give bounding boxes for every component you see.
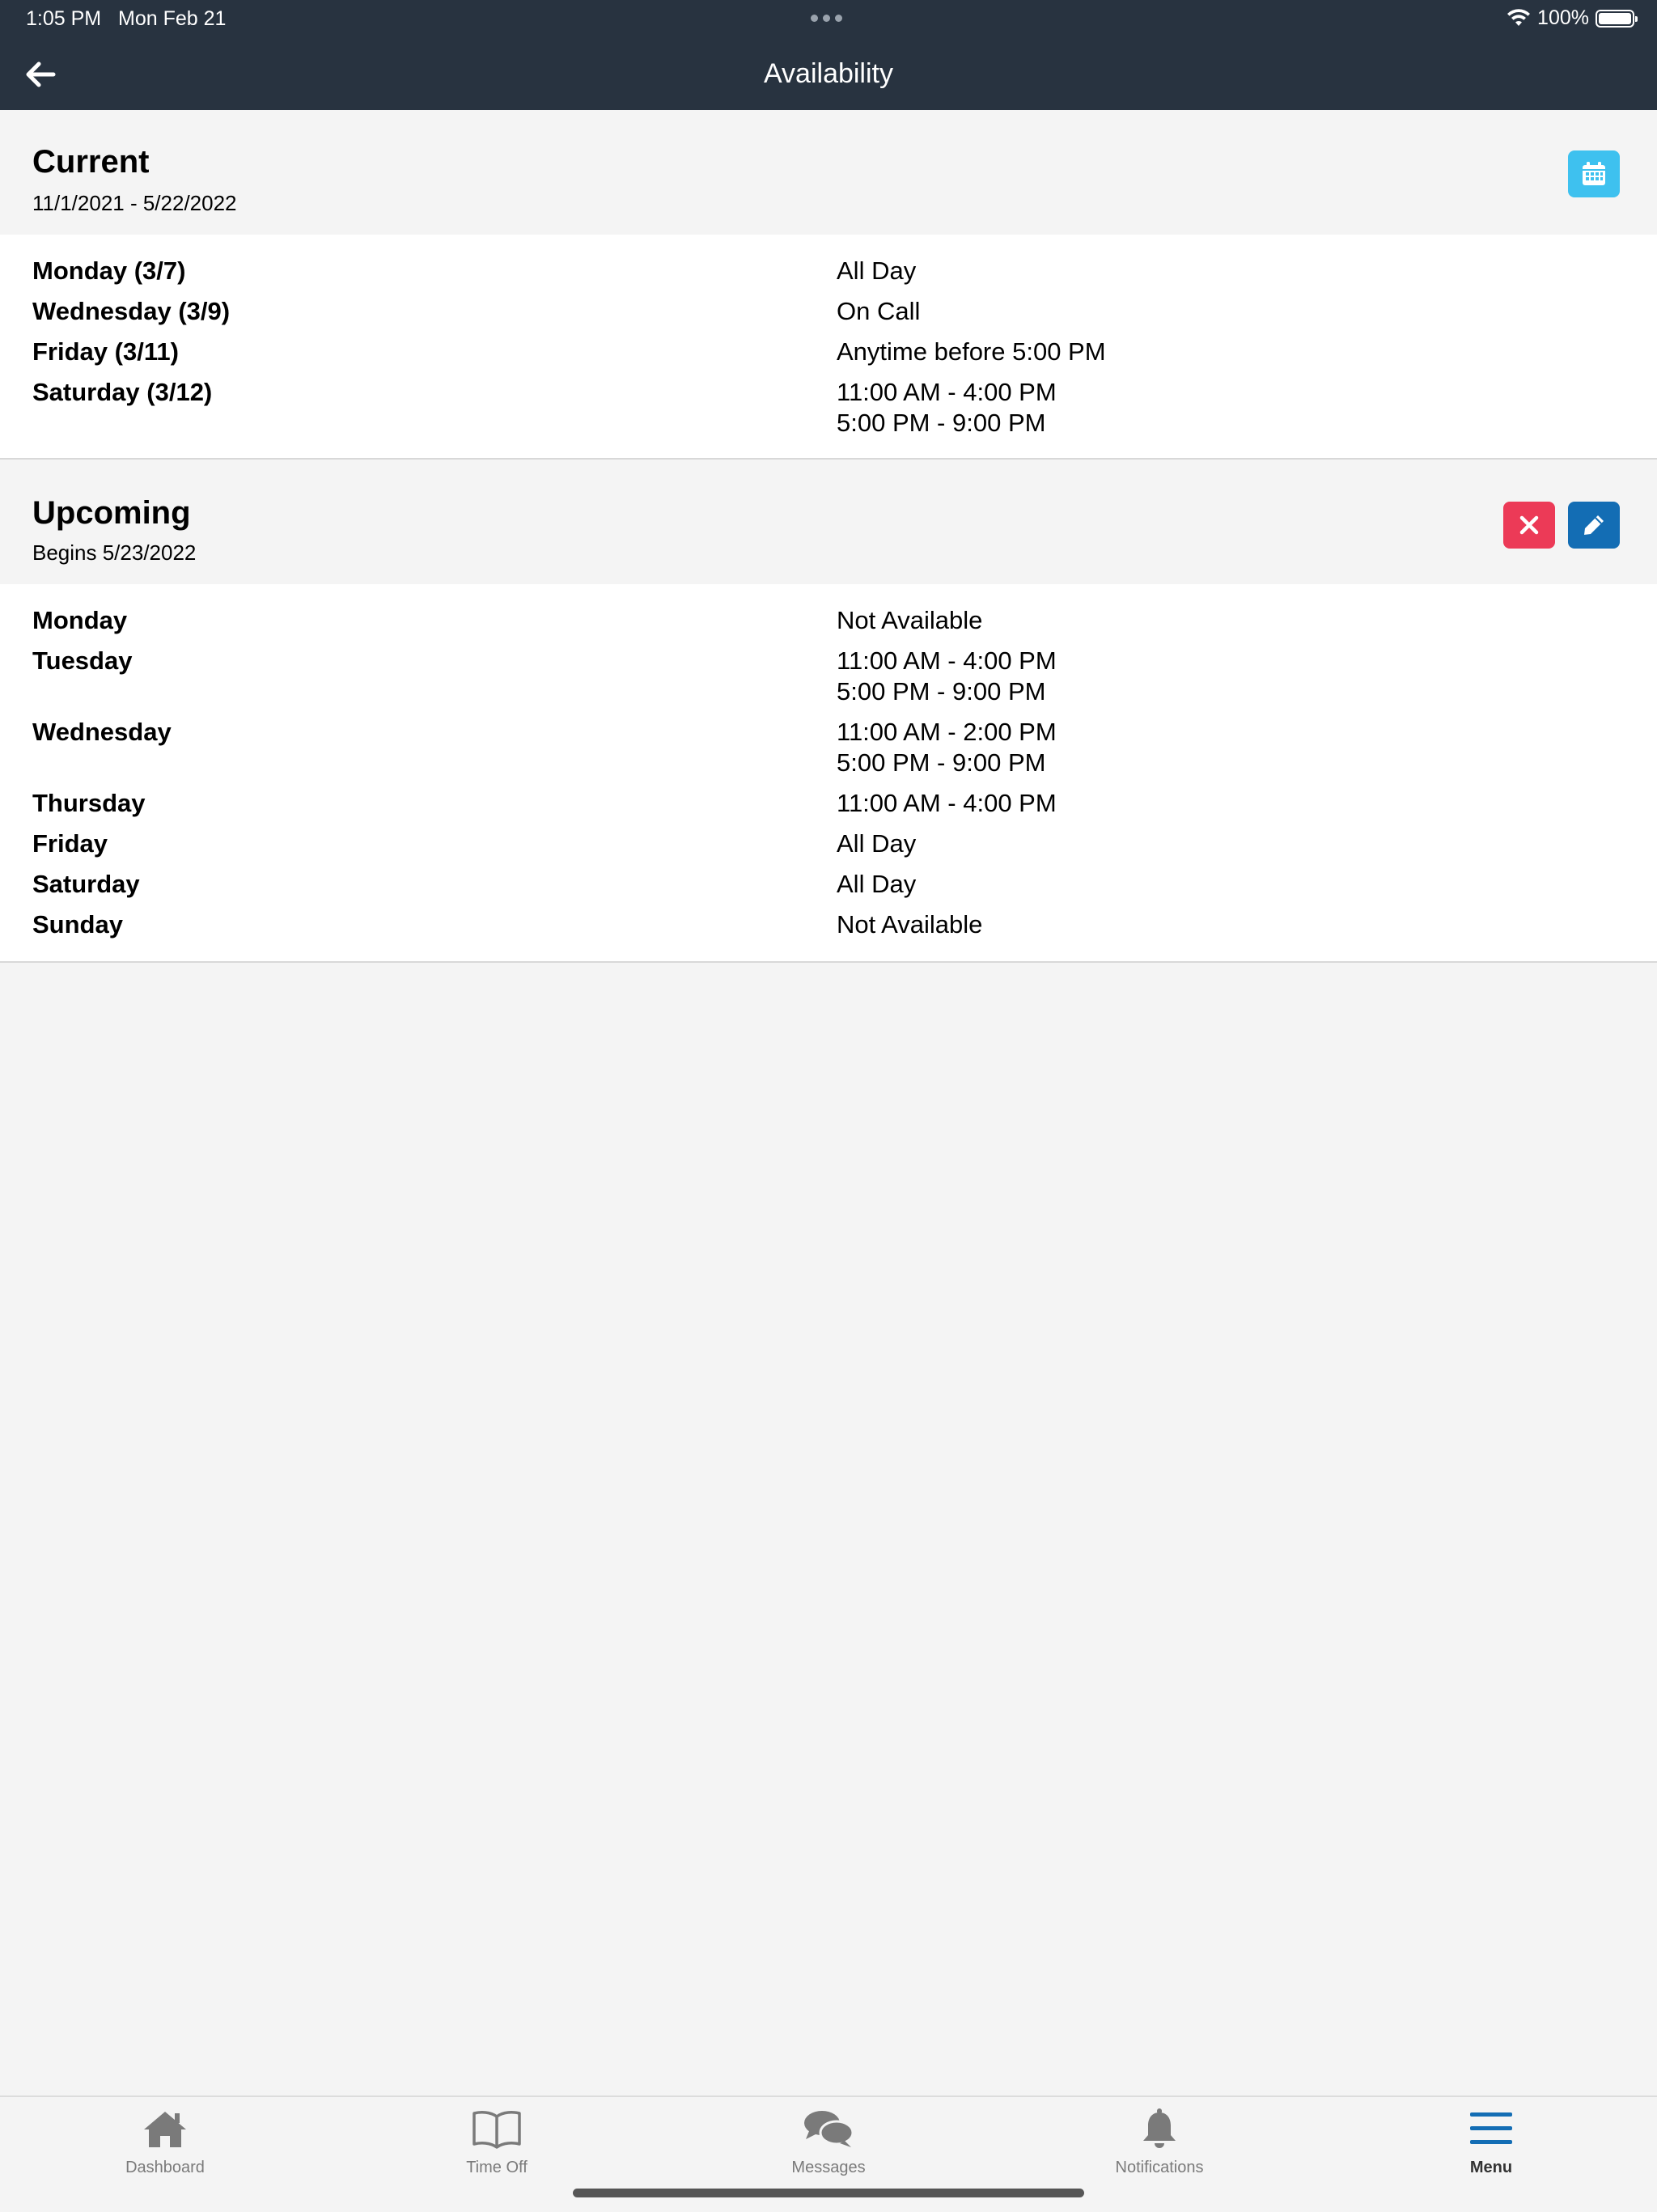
day-label: Wednesday (3/9) bbox=[32, 297, 231, 325]
home-icon bbox=[144, 2112, 186, 2147]
time-range: 5:00 PM - 9:00 PM bbox=[837, 409, 1046, 437]
chat-bubbles-icon bbox=[804, 2111, 854, 2147]
wifi-icon bbox=[1507, 8, 1531, 26]
battery-icon bbox=[1596, 9, 1638, 28]
nav-bar: Availability bbox=[0, 39, 1657, 110]
time-range: On Call bbox=[837, 297, 921, 325]
home-indicator[interactable] bbox=[573, 2189, 1084, 2197]
tab-label: Messages bbox=[791, 2159, 866, 2176]
time-range: 5:00 PM - 9:00 PM bbox=[837, 748, 1046, 777]
time-values: 11:00 AM - 4:00 PM 5:00 PM - 9:00 PM bbox=[837, 377, 1057, 439]
hamburger-icon bbox=[1470, 2112, 1512, 2144]
current-date-range: 11/1/2021 - 5/22/2022 bbox=[32, 191, 237, 215]
current-schedule: Monday (3/7) All Day Wednesday (3/9) On … bbox=[0, 235, 1657, 460]
upcoming-header: Upcoming Begins 5/23/2022 bbox=[0, 460, 1657, 584]
day-label: Monday (3/7) bbox=[32, 256, 186, 285]
time-values: Not Available bbox=[837, 605, 982, 636]
edit-button[interactable] bbox=[1568, 502, 1620, 549]
tab-notifications[interactable]: Notifications bbox=[1038, 2105, 1281, 2177]
time-values: On Call bbox=[837, 296, 920, 327]
time-range: Not Available bbox=[837, 606, 983, 634]
page-title: Availability bbox=[763, 58, 893, 89]
close-icon bbox=[1519, 515, 1539, 535]
multitasking-dots-icon[interactable] bbox=[811, 15, 842, 22]
day-label: Tuesday bbox=[32, 646, 133, 675]
time-values: All Day bbox=[837, 869, 916, 900]
tab-label: Menu bbox=[1469, 2159, 1513, 2176]
tab-time-off[interactable]: Time Off bbox=[375, 2105, 618, 2177]
day-label: Saturday bbox=[32, 870, 140, 898]
time-range: All Day bbox=[837, 870, 917, 898]
time-range: Anytime before 5:00 PM bbox=[837, 337, 1106, 366]
time-values: 11:00 AM - 4:00 PM bbox=[837, 788, 1057, 819]
tab-label: Dashboard bbox=[125, 2159, 205, 2176]
status-bar: 1:05 PM Mon Feb 21 100% bbox=[0, 0, 1657, 39]
time-range: 11:00 AM - 4:00 PM bbox=[837, 789, 1057, 817]
book-icon bbox=[473, 2111, 521, 2149]
tab-label: Notifications bbox=[1115, 2159, 1204, 2176]
calendar-icon bbox=[1583, 162, 1605, 185]
time-range: Not Available bbox=[837, 910, 983, 939]
day-label: Monday bbox=[32, 606, 128, 634]
tab-messages[interactable]: Messages bbox=[707, 2105, 950, 2177]
status-right: 100% bbox=[1507, 6, 1638, 30]
time-values: All Day bbox=[837, 828, 916, 859]
status-time: 1:05 PM bbox=[26, 7, 102, 30]
time-range: 11:00 AM - 4:00 PM bbox=[837, 646, 1057, 675]
day-label: Friday (3/11) bbox=[32, 337, 179, 366]
day-label: Friday bbox=[32, 829, 108, 858]
tab-label: Time Off bbox=[466, 2159, 528, 2176]
current-header: Current 11/1/2021 - 5/22/2022 bbox=[0, 110, 1657, 235]
delete-button[interactable] bbox=[1503, 502, 1555, 549]
day-label: Wednesday bbox=[32, 718, 172, 746]
tab-menu[interactable]: Menu bbox=[1370, 2105, 1613, 2177]
current-heading: Current bbox=[32, 144, 150, 180]
time-range: 5:00 PM - 9:00 PM bbox=[837, 677, 1046, 706]
upcoming-schedule: Monday Not Available Tuesday 11:00 AM - … bbox=[0, 584, 1657, 963]
day-label: Sunday bbox=[32, 910, 123, 939]
tab-dashboard[interactable]: Dashboard bbox=[44, 2105, 286, 2177]
time-values: 11:00 AM - 4:00 PM 5:00 PM - 9:00 PM bbox=[837, 646, 1057, 707]
time-range: 11:00 AM - 2:00 PM bbox=[837, 718, 1057, 746]
upcoming-heading: Upcoming bbox=[32, 495, 191, 531]
day-label: Saturday (3/12) bbox=[32, 378, 213, 406]
time-range: All Day bbox=[837, 256, 917, 285]
time-range: 11:00 AM - 4:00 PM bbox=[837, 378, 1057, 406]
time-values: 11:00 AM - 2:00 PM 5:00 PM - 9:00 PM bbox=[837, 717, 1057, 778]
status-date: Mon Feb 21 bbox=[118, 7, 227, 30]
bell-icon bbox=[1143, 2108, 1176, 2148]
time-values: Anytime before 5:00 PM bbox=[837, 337, 1106, 367]
time-values: All Day bbox=[837, 256, 916, 286]
pencil-icon bbox=[1584, 515, 1604, 535]
calendar-button[interactable] bbox=[1568, 150, 1620, 197]
time-range: All Day bbox=[837, 829, 917, 858]
time-values: Not Available bbox=[837, 909, 982, 940]
upcoming-begins: Begins 5/23/2022 bbox=[32, 540, 197, 565]
day-label: Thursday bbox=[32, 789, 146, 817]
battery-percent: 100% bbox=[1537, 6, 1589, 29]
